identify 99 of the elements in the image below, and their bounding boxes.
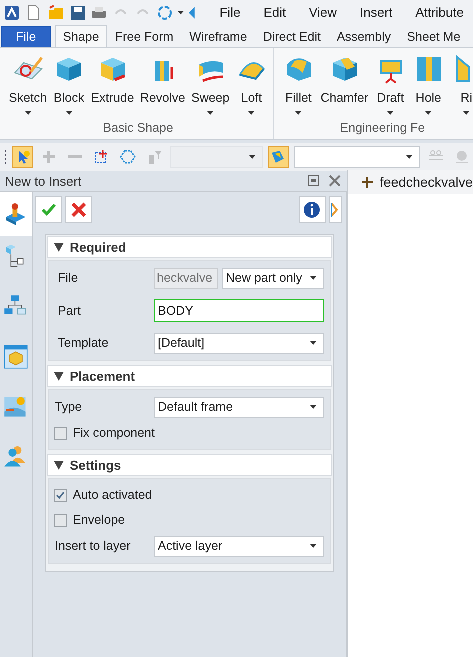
close-icon bbox=[328, 175, 341, 187]
ribbon-tool-button[interactable]: Sketch bbox=[6, 51, 50, 121]
ribbon-tool-button[interactable]: Hole bbox=[410, 51, 448, 121]
field-label: Insert to layer bbox=[54, 539, 132, 553]
dropdown[interactable]: Active layer bbox=[154, 536, 324, 556]
caret-icon bbox=[207, 111, 214, 115]
caret-icon bbox=[463, 111, 470, 115]
caret-icon bbox=[387, 111, 394, 115]
menu-item[interactable]: File bbox=[210, 5, 250, 20]
caret-icon bbox=[66, 111, 73, 115]
caret-icon bbox=[310, 341, 317, 345]
ribbon-tab[interactable]: Wireframe bbox=[182, 25, 256, 47]
menu-item[interactable]: Attribute bbox=[406, 5, 473, 20]
app-logo-icon bbox=[4, 4, 20, 20]
menu-item[interactable]: Edit bbox=[254, 5, 296, 20]
panel-title: New to Insert bbox=[5, 174, 82, 188]
ribbon-tab[interactable]: Direct Edit bbox=[255, 25, 329, 47]
caret-icon bbox=[248, 155, 256, 159]
side-tab[interactable] bbox=[0, 191, 32, 236]
checkbox[interactable] bbox=[54, 488, 67, 502]
ok-button[interactable] bbox=[35, 196, 62, 223]
section-header[interactable]: Settings bbox=[47, 454, 332, 476]
cross-icon bbox=[70, 202, 86, 218]
exit-button[interactable] bbox=[328, 196, 342, 223]
view-icon bbox=[270, 149, 286, 165]
checkmark-icon bbox=[40, 202, 56, 218]
filter-icon bbox=[146, 149, 163, 165]
printer-icon bbox=[91, 4, 108, 20]
caret-icon bbox=[406, 155, 414, 159]
plus-icon bbox=[40, 149, 57, 165]
field-label: File bbox=[57, 271, 80, 285]
ribbon-tool-button[interactable]: Sweep bbox=[188, 51, 233, 121]
ribbon-tool-button[interactable]: Extrude bbox=[88, 51, 138, 121]
collapse-triangle-icon bbox=[54, 460, 64, 470]
field-label: Part bbox=[57, 304, 82, 318]
dropdown[interactable]: New part only bbox=[222, 268, 324, 288]
caret-icon bbox=[295, 111, 302, 115]
caret-icon bbox=[425, 111, 432, 115]
field-label: Template bbox=[57, 336, 110, 350]
checkbox[interactable] bbox=[54, 426, 67, 440]
ribbon-tool-button[interactable]: Chamfer bbox=[318, 51, 372, 121]
caret-icon bbox=[310, 405, 317, 409]
plus-icon bbox=[362, 176, 373, 188]
collapse-triangle-icon bbox=[54, 242, 64, 252]
field-label: Type bbox=[54, 400, 84, 414]
scroll-left-icon bbox=[189, 6, 196, 20]
chevron-icon bbox=[331, 202, 340, 218]
grip-icon bbox=[4, 149, 7, 165]
checkbox-label: Envelope bbox=[73, 513, 126, 527]
new-file-icon bbox=[26, 4, 42, 20]
cancel-button[interactable] bbox=[65, 196, 92, 223]
ribbon-tab[interactable]: Sheet Me bbox=[399, 25, 469, 47]
document-tab[interactable]: feedcheckvalve bbox=[348, 170, 473, 194]
ribbon-tab[interactable]: Assembly bbox=[328, 25, 400, 47]
section-header[interactable]: Required bbox=[47, 236, 332, 258]
menu-item[interactable]: View bbox=[300, 5, 346, 20]
caret-icon bbox=[310, 276, 317, 280]
dropdown-value: [Default] bbox=[158, 336, 205, 350]
minus-icon bbox=[68, 155, 82, 159]
ribbon-tool-button[interactable]: Draft bbox=[372, 51, 410, 121]
checkbox-label: Fix component bbox=[73, 426, 155, 440]
dropdown[interactable]: [Default] bbox=[154, 332, 324, 354]
restore-icon bbox=[308, 175, 319, 186]
menu-item[interactable]: Insert bbox=[351, 5, 402, 20]
part-name-field[interactable]: BODY bbox=[154, 299, 324, 322]
ribbon-tool-button[interactable]: Fillet bbox=[280, 51, 318, 121]
dropdown-value: New part only bbox=[226, 271, 302, 285]
caret-icon bbox=[310, 544, 317, 548]
more-caret-icon bbox=[178, 10, 184, 14]
info-icon bbox=[303, 200, 322, 218]
collapse-triangle-icon bbox=[54, 372, 64, 380]
ribbon-tool-button[interactable]: Ri bbox=[448, 51, 473, 121]
dropdown-value: Default frame bbox=[158, 400, 234, 414]
ribbon-tab[interactable]: Free Form bbox=[107, 25, 182, 47]
hexagon-icon bbox=[120, 149, 136, 165]
window-cube-icon bbox=[3, 344, 29, 370]
dropdown[interactable]: Default frame bbox=[154, 396, 324, 418]
toolbar-button[interactable] bbox=[12, 146, 34, 168]
folder-icon bbox=[48, 4, 64, 20]
file-button[interactable]: File bbox=[1, 26, 52, 47]
refresh-icon bbox=[156, 4, 173, 20]
ribbon-tool-button[interactable]: Block bbox=[50, 51, 88, 121]
group-label: Engineering Fe bbox=[339, 121, 426, 137]
checkbox-label: Auto activated bbox=[73, 488, 152, 502]
ribbon-tool-button[interactable]: Loft bbox=[232, 51, 271, 121]
add-box-icon bbox=[94, 149, 110, 165]
light-icon bbox=[454, 149, 470, 165]
caret-icon bbox=[24, 111, 32, 115]
caret-icon bbox=[248, 111, 256, 115]
toolbar-button[interactable] bbox=[268, 146, 289, 168]
dropdown-value: Active layer bbox=[158, 539, 223, 553]
combo-box[interactable] bbox=[294, 146, 420, 168]
section-header[interactable]: Placement bbox=[47, 365, 332, 387]
info-button[interactable] bbox=[298, 196, 326, 223]
save-icon bbox=[70, 4, 86, 20]
checkbox[interactable] bbox=[54, 514, 67, 526]
ribbon-tool-button[interactable]: Revolve bbox=[137, 51, 188, 121]
ribbon-tab[interactable]: Shape bbox=[55, 25, 108, 47]
group-label: Basic Shape bbox=[102, 121, 174, 137]
